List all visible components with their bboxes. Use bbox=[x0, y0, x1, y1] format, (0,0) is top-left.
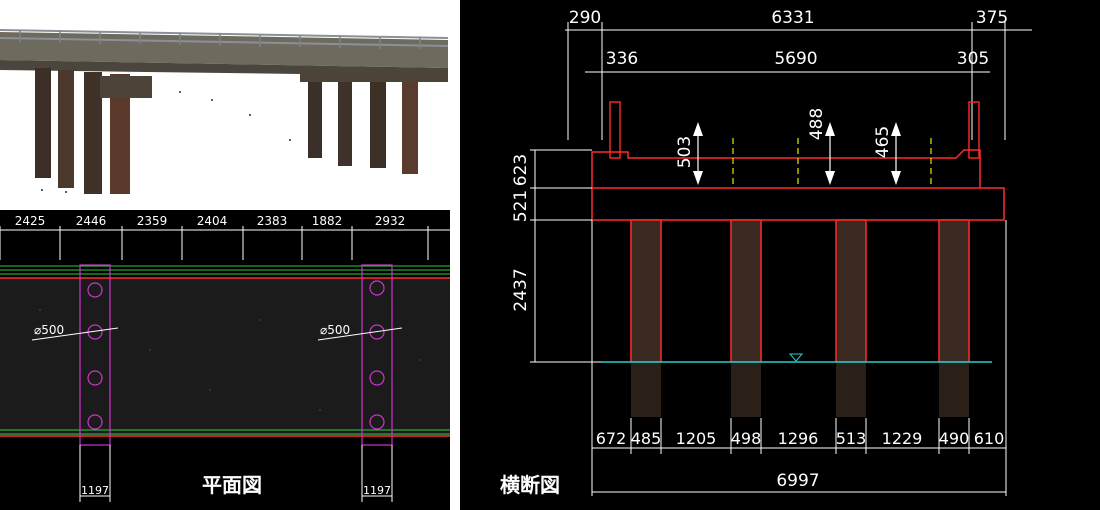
section-bottom-dim-7: 1229 bbox=[882, 429, 923, 448]
section-title: 横断図 bbox=[500, 473, 560, 497]
plan-dim-1: 2425 bbox=[15, 214, 46, 228]
plan-pile-width-left: 1197 bbox=[81, 484, 109, 497]
section-bottom-dim-2: 485 bbox=[631, 429, 662, 448]
bridge-piers-right bbox=[300, 70, 448, 174]
section-bottom-dim-4: 498 bbox=[731, 429, 762, 448]
plan-title: 平面図 bbox=[202, 473, 262, 497]
plan-dim-5: 2383 bbox=[257, 214, 288, 228]
pile-4 bbox=[938, 219, 970, 363]
cross-section-panel: 290 6331 375 336 5690 305 503 488 465 62… bbox=[460, 0, 1100, 510]
section-left-dim-3: 2437 bbox=[511, 268, 531, 311]
pile-3 bbox=[835, 219, 867, 363]
section-dim-top-right: 375 bbox=[976, 8, 1008, 28]
plan-dim-4: 2404 bbox=[197, 214, 228, 228]
section-dim-top-mid: 6331 bbox=[771, 8, 814, 28]
section-total-width: 6997 bbox=[776, 471, 819, 491]
bridge-pointcloud-image bbox=[0, 0, 450, 200]
section-slope-2: 488 bbox=[807, 108, 827, 140]
section-bottom-dim-9: 610 bbox=[974, 429, 1005, 448]
plan-pile-dia-right: ⌀500 bbox=[320, 323, 350, 337]
pile-1 bbox=[630, 219, 662, 363]
piles bbox=[630, 219, 970, 363]
section-slope-3: 465 bbox=[873, 126, 893, 158]
section-bottom-dim-8: 490 bbox=[939, 429, 970, 448]
section-left-dim-2: 521 bbox=[511, 190, 531, 222]
section-bottom-dim-6: 513 bbox=[836, 429, 867, 448]
plan-view-panel: 2425 2446 2359 2404 2383 1882 2932 ⌀500 … bbox=[0, 210, 450, 510]
section-dim-second-right: 305 bbox=[957, 49, 989, 69]
deck-outline bbox=[591, 149, 981, 188]
section-dim-top-left: 290 bbox=[569, 8, 601, 28]
section-bottom-dim-1: 672 bbox=[596, 429, 627, 448]
railing-post-left bbox=[609, 101, 621, 159]
pile-2 bbox=[730, 219, 762, 363]
section-left-dim-1: 623 bbox=[511, 154, 531, 186]
plan-pile-dia-left: ⌀500 bbox=[34, 323, 64, 337]
plan-dim-3: 2359 bbox=[137, 214, 168, 228]
girder bbox=[591, 187, 1005, 221]
water-level-icon bbox=[788, 353, 804, 362]
section-bottom-dim-3: 1205 bbox=[676, 429, 717, 448]
section-dim-second-left: 336 bbox=[606, 49, 638, 69]
plan-dim-7: 2932 bbox=[375, 214, 406, 228]
plan-dim-6: 1882 bbox=[312, 214, 343, 228]
section-bottom-dim-5: 1296 bbox=[778, 429, 819, 448]
plan-deck bbox=[0, 278, 450, 436]
section-slope-1: 503 bbox=[675, 136, 695, 168]
section-dim-second-mid: 5690 bbox=[774, 49, 817, 69]
plan-pile-width-right: 1197 bbox=[363, 484, 391, 497]
bridge-piers-left bbox=[35, 68, 152, 194]
plan-dim-2: 2446 bbox=[76, 214, 107, 228]
